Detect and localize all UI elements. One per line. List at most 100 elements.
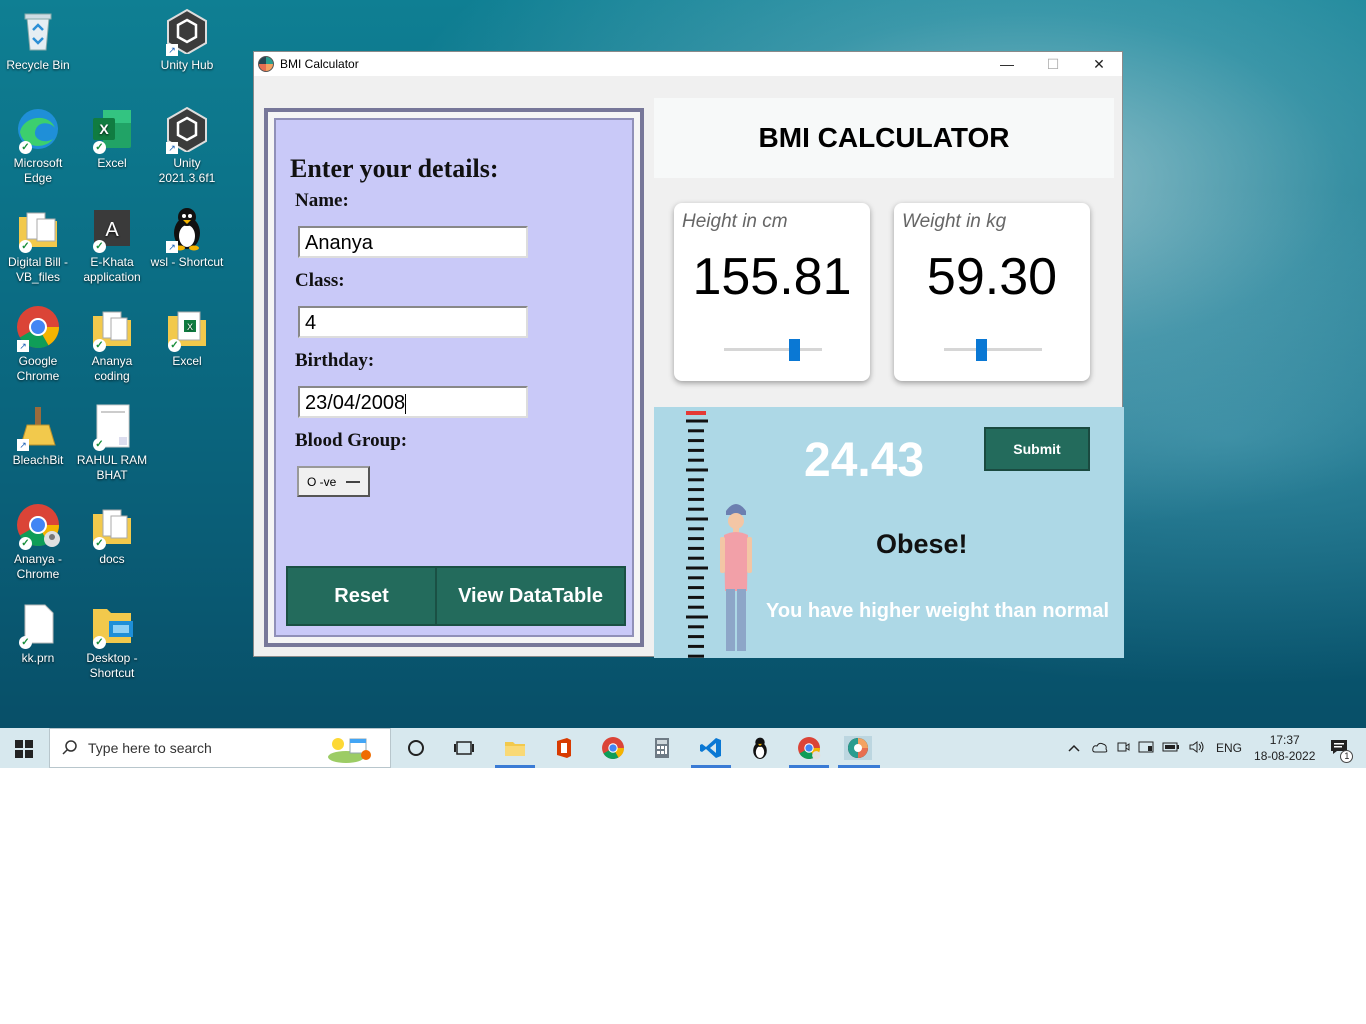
desktop-icon-unity-hub[interactable]: ↗ Unity Hub — [149, 8, 225, 73]
taskbar-search-box[interactable]: Type here to search — [49, 728, 391, 768]
shortcut-arrow-icon: ↗ — [166, 44, 178, 56]
volume-icon[interactable] — [1188, 740, 1206, 757]
edge-icon: ✓ — [15, 106, 61, 154]
language-indicator[interactable]: ENG — [1216, 741, 1242, 755]
chevron-up-icon[interactable] — [1068, 741, 1080, 755]
desktop-icon-desktop-shortcut[interactable]: ✓ Desktop - Shortcut — [74, 601, 150, 681]
network-icon[interactable] — [1138, 740, 1154, 757]
desktop-icon-rahul-ram-bhat[interactable]: ✓ RAHUL RAM BHAT — [74, 403, 150, 483]
desktop-icon-ananya-chrome[interactable]: ✓ Ananya - Chrome — [0, 502, 76, 582]
folder-shortcut-icon: ✓ — [89, 601, 135, 649]
form-heading: Enter your details: — [290, 154, 499, 183]
desktop-icon-wsl-shortcut[interactable]: ↗ wsl - Shortcut — [149, 205, 225, 270]
recycle-bin-icon — [15, 8, 61, 54]
folder-icon: ✓ — [89, 304, 135, 352]
blood-group-label: Blood Group: — [295, 430, 408, 451]
sync-check-icon: ✓ — [93, 537, 106, 550]
active-indicator — [789, 765, 829, 768]
window-title: BMI Calculator — [280, 57, 359, 71]
task-view-icon[interactable] — [452, 736, 476, 760]
desktop-icon-excel-file[interactable]: X ✓ Excel — [149, 304, 225, 369]
desktop-icon-e-khata[interactable]: A ✓ E-Khata application — [74, 205, 150, 285]
search-placeholder: Type here to search — [88, 740, 212, 756]
height-ruler-icon — [686, 411, 708, 658]
height-value: 155.81 — [692, 248, 852, 306]
desktop-icon-ananya-coding[interactable]: ✓ Ananya coding — [74, 304, 150, 384]
clock[interactable]: 17:37 18-08-2022 — [1254, 732, 1315, 764]
broom-icon: ↗ — [15, 403, 61, 451]
chrome-profile-icon: ✓ — [15, 502, 61, 550]
sync-check-icon: ✓ — [93, 240, 106, 253]
vscode-icon[interactable] — [699, 736, 723, 760]
unity-icon: ↗ — [164, 106, 210, 154]
chrome-icon[interactable] — [601, 736, 625, 760]
bmi-app-icon — [258, 56, 274, 72]
bmi-message: You have higher weight than normal — [766, 600, 1109, 622]
dropdown-icon — [346, 475, 360, 483]
desktop-icon-edge[interactable]: ✓ Microsoft Edge — [0, 106, 76, 186]
taskbar: Type here to search ENG 17:37 18-08-2022… — [0, 728, 1366, 768]
svg-text:A: A — [105, 219, 119, 241]
blood-group-value: O -ve — [307, 475, 337, 489]
minimize-button[interactable]: — — [984, 52, 1030, 76]
cortana-icon[interactable] — [404, 736, 428, 760]
desktop-icon-digital-bill[interactable]: ✓ Digital Bill - VB_files — [0, 205, 76, 285]
weight-card: Weight in kg 59.30 — [894, 203, 1090, 381]
excel-file-icon: X ✓ — [164, 304, 210, 352]
document-icon: ✓ — [89, 403, 135, 451]
system-tray: ENG 17:37 18-08-2022 1 — [1068, 728, 1354, 768]
desktop-icon-docs[interactable]: ✓ docs — [74, 502, 150, 567]
office-icon[interactable] — [552, 736, 576, 760]
sync-check-icon: ✓ — [93, 636, 106, 649]
birthday-input[interactable]: 23/04/2008 — [298, 386, 528, 418]
sync-check-icon: ✓ — [19, 240, 32, 253]
text-cursor — [405, 393, 407, 414]
chrome-icon: ↗ — [15, 304, 61, 352]
onedrive-cloud-icon[interactable] — [1092, 741, 1108, 756]
desktop-icon-bleachbit[interactable]: ↗ BleachBit — [0, 403, 76, 468]
sync-check-icon: ✓ — [168, 339, 181, 352]
close-button[interactable]: ✕ — [1076, 52, 1122, 76]
weight-value: 59.30 — [926, 248, 1058, 306]
notification-icon[interactable]: 1 — [1329, 738, 1354, 763]
title-bar[interactable]: BMI Calculator — ☐ ✕ — [254, 52, 1122, 76]
maximize-button[interactable]: ☐ — [1030, 52, 1076, 76]
windows-start-icon[interactable] — [15, 740, 33, 763]
sync-check-icon: ✓ — [19, 537, 32, 550]
submit-button[interactable]: Submit — [984, 427, 1090, 471]
height-slider-track[interactable] — [724, 348, 822, 351]
battery-icon[interactable] — [1162, 741, 1180, 756]
name-input[interactable]: Ananya — [298, 226, 528, 258]
folder-icon: ✓ — [15, 205, 61, 253]
linux-penguin-icon[interactable] — [748, 736, 772, 760]
blood-group-select[interactable]: O -ve — [297, 466, 370, 497]
weight-slider-track[interactable] — [944, 348, 1042, 351]
reset-button[interactable]: Reset — [286, 566, 437, 626]
bmi-status: Obese! — [876, 529, 968, 559]
notification-count: 1 — [1340, 749, 1354, 763]
desktop-icon-excel[interactable]: X ✓ Excel — [74, 106, 150, 171]
height-card: Height in cm 155.81 — [674, 203, 870, 381]
bmi-app-taskbar-icon[interactable] — [844, 736, 872, 760]
class-input[interactable]: 4 — [298, 306, 528, 338]
bmi-value: 24.43 — [804, 434, 925, 487]
desktop-icon-unity-2021[interactable]: ↗ Unity 2021.3.6f1 — [149, 106, 225, 186]
chrome-profile-icon[interactable] — [797, 736, 821, 760]
desktop-icon-google-chrome[interactable]: ↗ Google Chrome — [0, 304, 76, 384]
shortcut-arrow-icon: ↗ — [166, 241, 178, 253]
view-datatable-button[interactable]: View DataTable — [435, 566, 626, 626]
file-explorer-icon[interactable] — [503, 736, 527, 760]
desktop-icon-kk-prn[interactable]: ✓ kk.prn — [0, 601, 76, 666]
sync-check-icon: ✓ — [19, 141, 32, 154]
weight-slider-thumb[interactable] — [975, 339, 987, 361]
app-icon: A ✓ — [89, 205, 135, 253]
desktop-icon-recycle-bin[interactable]: Recycle Bin — [0, 8, 76, 73]
calculator-icon[interactable] — [650, 736, 674, 760]
result-panel: 24.43 Submit Obese! You have higher weig… — [654, 407, 1124, 658]
active-indicator — [495, 765, 535, 768]
height-slider-thumb[interactable] — [789, 339, 801, 361]
clock-time: 17:37 — [1269, 733, 1300, 747]
meet-now-icon[interactable] — [1116, 740, 1130, 757]
excel-icon: X ✓ — [89, 106, 135, 154]
linux-penguin-icon: ↗ — [164, 205, 210, 253]
